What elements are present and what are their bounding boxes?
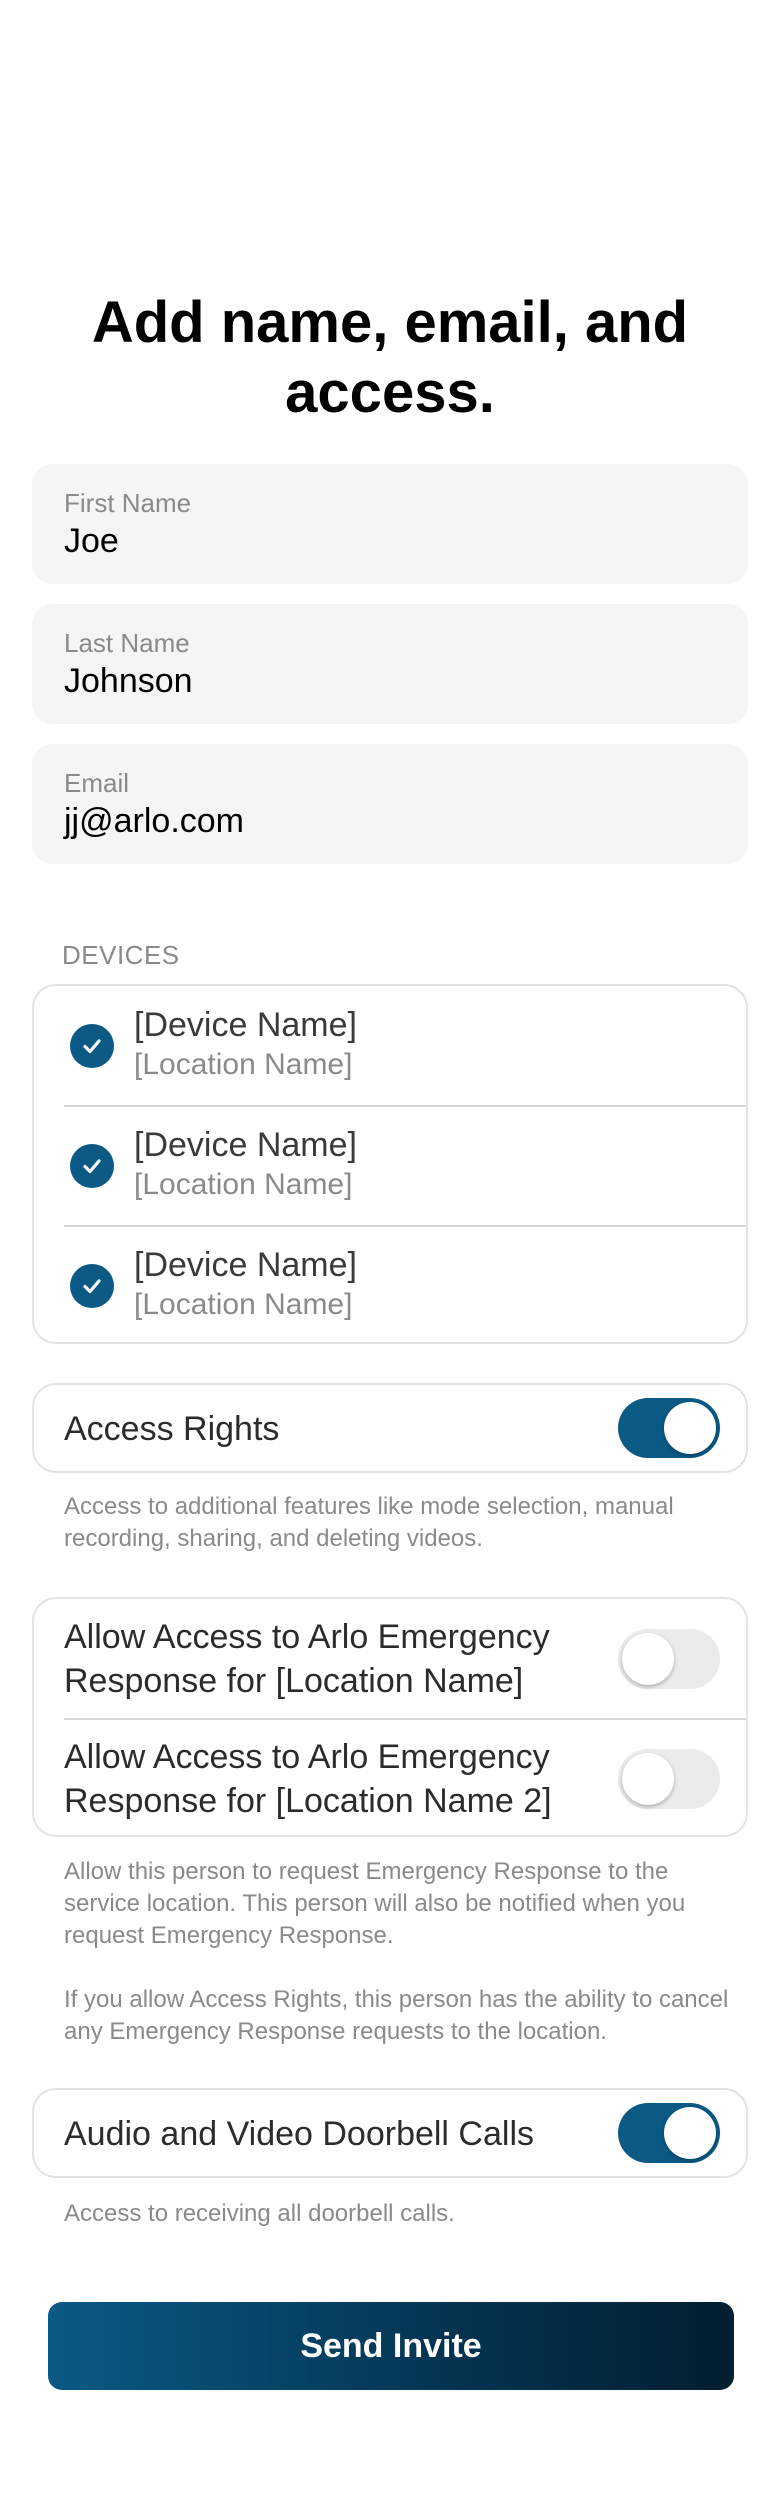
toggle-knob — [664, 2107, 716, 2159]
device-location: [Location Name] — [134, 1288, 353, 1321]
device-location: [Location Name] — [134, 1048, 353, 1081]
doorbell-calls-label: Audio and Video Doorbell Calls — [64, 2115, 535, 2153]
page-title: Add name, email, and access. — [91, 290, 689, 425]
checkmark-icon[interactable] — [70, 1024, 114, 1068]
access-rights-note: Access to additional features like mode … — [64, 1493, 674, 1552]
access-rights-label: Access Rights — [64, 1410, 280, 1448]
checkmark-icon[interactable] — [70, 1264, 114, 1308]
devices-list: [Device Name] [Location Name] [Device Na… — [32, 984, 748, 1344]
emergency-access-toggle[interactable] — [618, 1749, 720, 1809]
last-name-value[interactable]: Johnson — [64, 662, 193, 701]
last-name-field[interactable]: Last Name Johnson — [32, 604, 748, 724]
email-field[interactable]: Email jj@arlo.com — [32, 744, 748, 864]
device-location: [Location Name] — [134, 1168, 353, 1201]
emergency-access-list: Allow Access to Arlo Emergency Response … — [32, 1597, 748, 1837]
device-name: [Device Name] — [134, 1126, 357, 1164]
checkmark-icon[interactable] — [70, 1144, 114, 1188]
doorbell-calls-toggle[interactable] — [618, 2103, 720, 2163]
access-rights-toggle[interactable] — [618, 1398, 720, 1458]
emergency-note: Allow this person to request Emergency R… — [64, 1858, 686, 1949]
devices-section-label: DEVICES — [62, 940, 180, 970]
device-name: [Device Name] — [134, 1006, 357, 1044]
toggle-knob — [622, 1633, 674, 1685]
first-name-field[interactable]: First Name Joe — [32, 464, 748, 584]
doorbell-calls-row: Audio and Video Doorbell Calls — [32, 2088, 748, 2178]
toggle-knob — [622, 1753, 674, 1805]
access-rights-row: Access Rights — [32, 1383, 748, 1473]
toggle-knob — [664, 1402, 716, 1454]
doorbell-note: Access to receiving all doorbell calls. — [64, 2200, 455, 2227]
device-row[interactable]: [Device Name] [Location Name] — [34, 986, 746, 1106]
last-name-label: Last Name — [64, 628, 190, 658]
emergency-cancel-note: If you allow Access Rights, this person … — [64, 1986, 729, 2045]
device-name: [Device Name] — [134, 1246, 357, 1284]
divider — [64, 1718, 746, 1720]
email-label: Email — [64, 768, 130, 798]
email-value[interactable]: jj@arlo.com — [64, 802, 244, 841]
send-invite-button[interactable]: Send Invite — [48, 2302, 734, 2390]
emergency-access-label: Allow Access to Arlo Emergency Response … — [64, 1618, 550, 1700]
emergency-access-toggle[interactable] — [618, 1629, 720, 1689]
first-name-value[interactable]: Joe — [64, 522, 119, 561]
emergency-access-label: Allow Access to Arlo Emergency Response … — [64, 1738, 552, 1820]
first-name-label: First Name — [64, 488, 192, 518]
device-row[interactable]: [Device Name] [Location Name] — [34, 1106, 746, 1226]
device-row[interactable]: [Device Name] [Location Name] — [34, 1226, 746, 1346]
